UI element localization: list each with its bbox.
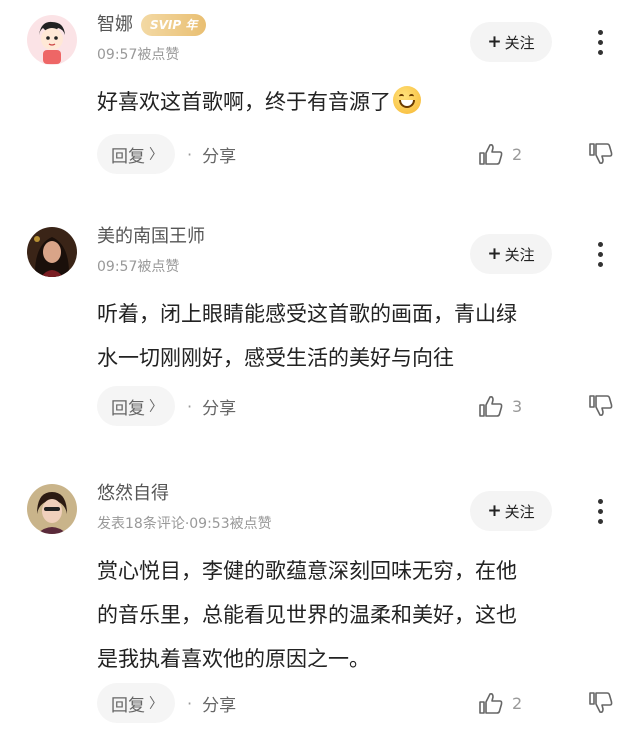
comment-item: 悠然自得 发表18条评论·09:53被点赞 + 关注 赏心悦目，李健的歌蕴意深刻… [0, 469, 640, 755]
dislike-button[interactable] [588, 134, 614, 174]
share-link[interactable]: 分享 [202, 691, 236, 716]
username[interactable]: 悠然自得 [97, 483, 169, 505]
separator-dot: · [187, 693, 193, 713]
more-options-icon[interactable] [590, 24, 610, 60]
thumbs-down-icon [589, 395, 613, 416]
thumbs-up-icon [479, 396, 503, 417]
thumbs-down-icon [589, 143, 613, 164]
dislike-button[interactable] [588, 386, 614, 426]
comment-text: 听着，闭上眼睛能感受这首歌的画面，青山绿 水一切刚刚好，感受生活的美好与向往 [97, 302, 517, 370]
comment-meta: 09:57被点赞 [97, 47, 180, 63]
username[interactable]: 美的南国王师 [97, 226, 205, 248]
chevron-right-icon: 〉 [149, 696, 163, 712]
like-button[interactable]: 2 [478, 134, 522, 174]
chevron-right-icon: 〉 [149, 399, 163, 415]
comment-text: 赏心悦目，李健的歌蕴意深刻回味无穷，在他 的音乐里，总能看见世界的温柔和美好，这… [97, 559, 517, 671]
reply-button[interactable]: 回复〉 [97, 134, 175, 174]
username[interactable]: 智娜 SVIP 年 [97, 14, 207, 36]
reply-button[interactable]: 回复〉 [97, 683, 175, 723]
reply-button[interactable]: 回复〉 [97, 386, 175, 426]
avatar[interactable] [27, 227, 77, 277]
plus-icon: + [487, 501, 502, 521]
avatar[interactable] [27, 484, 77, 534]
svip-badge: SVIP 年 [141, 14, 207, 36]
follow-button[interactable]: + 关注 [470, 234, 552, 274]
dislike-button[interactable] [588, 683, 614, 723]
comment-meta: 09:57被点赞 [97, 259, 180, 275]
plus-icon: + [487, 244, 502, 264]
share-link[interactable]: 分享 [202, 394, 236, 419]
comment-item: 美的南国王师 09:57被点赞 + 关注 听着，闭上眼睛能感受这首歌的画面，青山… [0, 212, 640, 472]
comment-text: 好喜欢这首歌啊，终于有音源了 [97, 80, 617, 124]
share-link[interactable]: 分享 [202, 142, 236, 167]
like-button[interactable]: 3 [478, 386, 522, 426]
follow-button[interactable]: + 关注 [470, 22, 552, 62]
separator-dot: · [187, 144, 193, 164]
avatar[interactable] [27, 15, 77, 65]
chevron-right-icon: 〉 [149, 147, 163, 163]
thumbs-up-icon [479, 144, 503, 165]
more-options-icon[interactable] [590, 236, 610, 272]
more-options-icon[interactable] [590, 493, 610, 529]
grinning-face-emoji [393, 86, 421, 114]
separator-dot: · [187, 396, 193, 416]
comment-item: 智娜 SVIP 年 09:57被点赞 + 关注 好喜欢这首歌啊，终于有音源了 回… [0, 0, 640, 210]
like-button[interactable]: 2 [478, 683, 522, 723]
comment-meta: 发表18条评论·09:53被点赞 [97, 516, 272, 532]
thumbs-down-icon [589, 692, 613, 713]
thumbs-up-icon [479, 693, 503, 714]
plus-icon: + [487, 32, 502, 52]
follow-button[interactable]: + 关注 [470, 491, 552, 531]
